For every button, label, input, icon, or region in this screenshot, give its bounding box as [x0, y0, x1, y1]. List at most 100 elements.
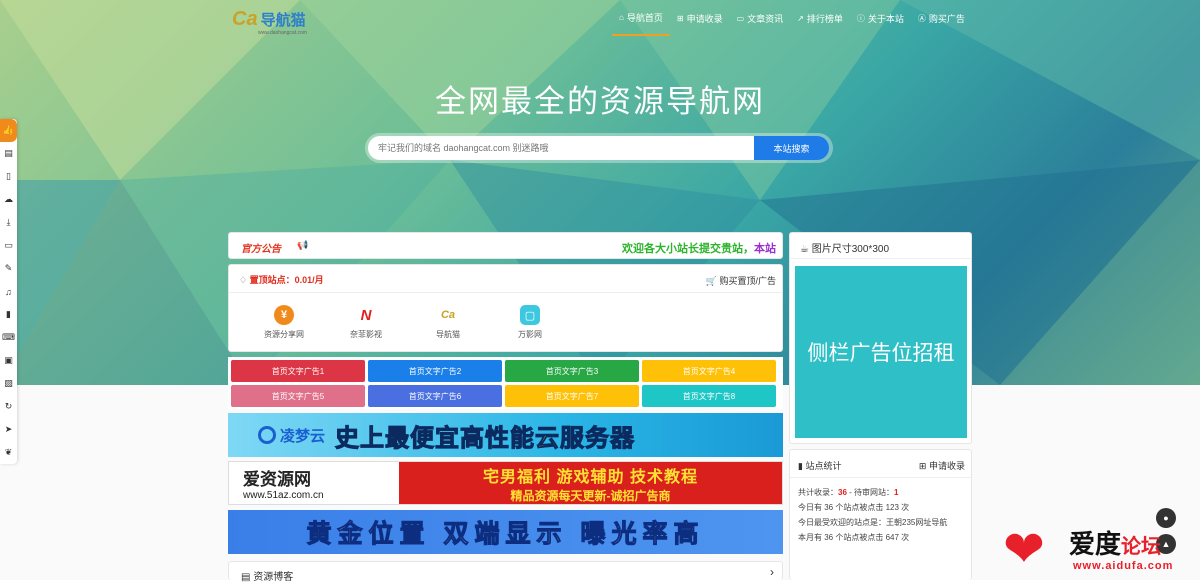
folder-icon: ▭ [736, 13, 745, 23]
sidebar-ad-title: ☕ 图片尺寸300*300 [790, 233, 971, 259]
thumb-up-icon[interactable]: 👍 [0, 119, 17, 142]
banner-golden-slot[interactable]: 黄金位置 双端显示 曝光率高 [228, 510, 783, 554]
info-icon: ⓘ [856, 13, 865, 23]
pinned-sites-card: ♢ 置顶站点：0.01/月 🛒 购买置顶/广告 ¥ 资源分享网 N 奈菲影视 Ca 导… [228, 264, 783, 352]
buy-pinned-link[interactable]: 🛒 购买置顶/广告 [706, 274, 776, 287]
chevron-right-icon[interactable]: › [770, 565, 774, 579]
search-input[interactable] [368, 136, 754, 160]
text-ads-grid: 首页文字广告1 首页文字广告2 首页文字广告3 首页文字广告4 首页文字广告5 … [228, 357, 783, 409]
watermark-url: www.aidufa.com [1073, 560, 1174, 572]
netflix-n-icon: N [360, 306, 372, 324]
text-ad[interactable]: 首页文字广告6 [368, 385, 502, 407]
pinned-site[interactable]: ▢ 万影网 [489, 305, 571, 340]
diamond-icon: ♢ [239, 275, 250, 285]
banner-brand-text: 凌梦云 [280, 427, 326, 445]
text-ad[interactable]: 首页文字广告1 [231, 360, 365, 382]
apply-label: 申请收录 [928, 461, 965, 471]
send-icon[interactable]: ➤ [0, 418, 17, 441]
cat-logo-icon: Ca [232, 8, 258, 30]
image-icon[interactable]: ▨ [0, 372, 17, 395]
nav-articles[interactable]: ▭ 文章资讯 [730, 0, 791, 36]
megaphone-icon: 📢 [297, 240, 309, 250]
briefcase-icon[interactable]: ▣ [0, 349, 17, 372]
announcement-text-b: 本站 [754, 243, 776, 255]
yen-icon: ¥ [274, 305, 294, 325]
banner-line-1: 宅男福利 游戏辅助 技术教程 [483, 468, 698, 486]
nav-label: 导航首页 [626, 12, 663, 23]
stats-line: 今日最受欢迎的站点是：王朝235网址导航 [798, 518, 948, 527]
text-ad[interactable]: 首页文字广告7 [505, 385, 639, 407]
banner-resource-site[interactable]: 爱资源网 www.51az.com.cn 宅男福利 游戏辅助 技术教程 精品资源… [228, 461, 783, 505]
nav-apply[interactable]: ⊞ 申请收录 [670, 0, 730, 36]
nav-label: 申请收录 [686, 13, 723, 24]
heart-logo-icon: ❤ [1003, 521, 1045, 577]
announcement-tag: 官方公告 [241, 244, 281, 255]
search-button[interactable]: 本站搜索 [754, 136, 829, 160]
included-label: 共计收录： [798, 488, 838, 497]
monitor-icon[interactable]: ▭ [0, 234, 17, 257]
announcement-text: 欢迎各大小站长提交贵站，本站 [622, 240, 776, 256]
search-bar: 本站搜索 [365, 133, 833, 163]
blog-section: ▤ 资源博客 › [228, 561, 783, 583]
plus-square-icon: ⊞ [676, 13, 684, 23]
text-ad[interactable]: 首页文字广告2 [368, 360, 502, 382]
book-icon[interactable]: ▤ [0, 142, 17, 165]
nav-buy-ad[interactable]: Ⓐ 购买广告 [911, 0, 972, 36]
pinned-site[interactable]: N 奈菲影视 [325, 305, 407, 340]
edit-icon[interactable]: ✎ [0, 257, 17, 280]
text-ad[interactable]: 首页文字广告8 [642, 385, 776, 407]
stats-line: 今日有 36 个站点被点击 123 次 [798, 503, 910, 512]
banner-headline: 黄金位置 双端显示 曝光率高 [306, 520, 705, 549]
site-name: 奈菲影视 [350, 330, 382, 339]
site-logo[interactable]: Ca 导航猫 www.daohangcat.com [232, 8, 307, 36]
sidebar-ad-card: ☕ 图片尺寸300*300 侧栏广告位招租 [789, 232, 972, 444]
site-stats-card: ▮ 站点统计 ⊞ 申请收录 共计收录：36 - 待审网站：1 今日有 36 个站… [789, 449, 972, 580]
banner-headline: 史上最便宜高性能云服务器 [335, 424, 636, 452]
bookmark-icon: ▮ [798, 461, 803, 471]
cloud-logo-icon [258, 426, 276, 444]
nav-label: 关于本站 [867, 13, 904, 24]
stats-separator: - [846, 488, 855, 497]
keyboard-icon[interactable]: ⌨ [0, 326, 17, 349]
nav-ranking[interactable]: ↗ 排行榜单 [790, 0, 850, 36]
apply-inclusion-link[interactable]: ⊞ 申请收录 [919, 459, 965, 472]
mobile-icon[interactable]: ▮ [0, 303, 17, 326]
cloud-icon[interactable]: ☁ [0, 188, 17, 211]
nav-home[interactable]: ⌂ 导航首页 [612, 0, 670, 36]
nav-about[interactable]: ⓘ 关于本站 [850, 0, 911, 36]
announcement-text-a: 欢迎各大小站长提交贵站， [622, 243, 754, 255]
chart-icon: ↗ [797, 13, 804, 23]
hero-title: 全网最全的资源导航网 [435, 84, 765, 119]
forum-watermark: ❤ 爱度论坛 www.aidufa.com [1003, 522, 1193, 578]
banner-cloud-server[interactable]: 凌梦云 史上最便宜高性能云服务器 [228, 413, 783, 457]
nav-label: 排行榜单 [806, 13, 843, 24]
download-icon[interactable]: ⤓ [0, 211, 17, 234]
nav-label: 购买广告 [928, 13, 965, 24]
announcement-bar: 官方公告 📢 欢迎各大小站长提交贵站，本站 [228, 232, 783, 259]
refresh-icon[interactable]: ↻ [0, 395, 17, 418]
site-name: 导航猫 [436, 330, 460, 339]
music-icon[interactable]: ♫ [0, 280, 17, 303]
stats-line: 本月有 36 个站点被点击 647 次 [798, 533, 910, 542]
logo-subtitle: www.daohangcat.com [258, 30, 307, 36]
banner-line-2: 精品资源每天更新-诚招广告商 [510, 488, 671, 503]
text-ad[interactable]: 首页文字广告3 [505, 360, 639, 382]
pinned-site[interactable]: ¥ 资源分享网 [243, 305, 325, 340]
stats-counts: 共计收录：36 - 待审网站：1 [798, 485, 963, 500]
text-ad[interactable]: 首页文字广告4 [642, 360, 776, 382]
sidebar-ad-slot[interactable]: 侧栏广告位招租 [795, 266, 967, 438]
pending-label: 待审网站： [854, 488, 895, 497]
buy-pinned-label: 购买置顶/广告 [719, 276, 776, 286]
pinned-site[interactable]: Ca 导航猫 [407, 305, 489, 340]
cat-logo-icon: Ca [440, 309, 456, 321]
leaf-icon[interactable]: ❦ [0, 441, 17, 464]
site-name: 万影网 [518, 330, 542, 339]
watermark-title-a: 爱度 [1069, 529, 1122, 559]
tv-icon: ▢ [520, 305, 540, 325]
file-icon[interactable]: ▯ [0, 165, 17, 188]
cart-icon: 🛒 [705, 276, 717, 286]
banner-site-name: 爱资源网 [243, 470, 311, 489]
top-nav: ⌂ 导航首页 ⊞ 申请收录 ▭ 文章资讯 ↗ 排行榜单 ⓘ 关于本站 Ⓐ 购买广告 [612, 0, 972, 38]
text-ad[interactable]: 首页文字广告5 [231, 385, 365, 407]
stats-title-text: 站点统计 [805, 461, 842, 471]
